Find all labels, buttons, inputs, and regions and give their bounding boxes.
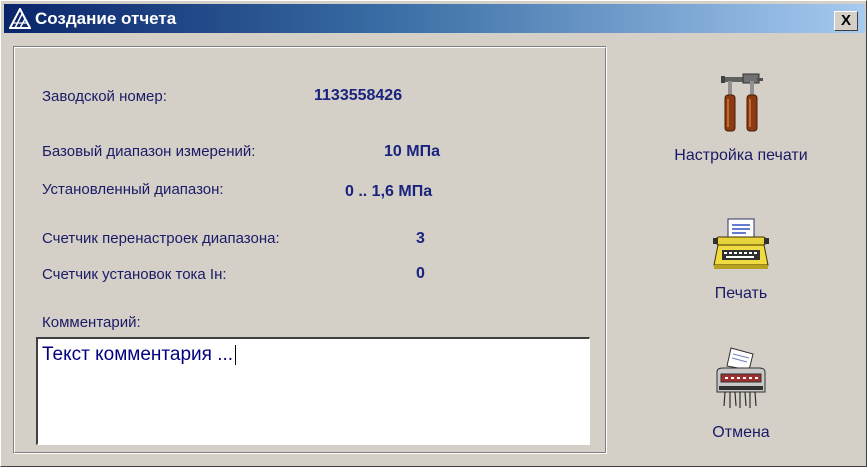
close-icon: X — [840, 12, 851, 29]
base-range-label: Базовый диапазон измерений: — [42, 143, 256, 160]
set-range-label: Установленный диапазон: — [42, 181, 224, 198]
app-logo-icon — [9, 8, 31, 29]
cancel-button[interactable]: Отмена — [666, 346, 816, 442]
current-counter-value: 0 — [416, 265, 425, 282]
window-title: Создание отчета — [35, 9, 177, 28]
base-range-value: 10 МПа — [384, 143, 440, 160]
print-setup-button[interactable]: Настройка печати — [641, 71, 841, 165]
text-caret — [235, 344, 237, 365]
comment-label: Комментарий: — [42, 314, 141, 331]
print-label: Печать — [714, 285, 768, 302]
title-bar[interactable]: Создание отчета X — [4, 4, 865, 33]
reconfig-counter-value: 3 — [416, 230, 425, 247]
reconfig-counter-label: Счетчик перенастроек диапазона: — [42, 230, 280, 247]
serial-label: Заводской номер: — [42, 88, 167, 105]
serial-value: 1133558426 — [314, 87, 403, 104]
comment-text: Текст комментария ... — [42, 344, 234, 365]
comment-textarea[interactable]: Текст комментария ... — [36, 337, 590, 445]
shredder-icon — [716, 347, 766, 408]
set-range-value: 0 .. 1,6 МПа — [345, 183, 433, 200]
typewriter-icon — [713, 218, 769, 269]
current-counter-label: Счетчик установок тока Iн: — [42, 266, 227, 283]
print-button[interactable]: Печать — [666, 217, 816, 303]
cancel-label: Отмена — [712, 424, 770, 441]
close-button[interactable]: X — [834, 11, 858, 31]
tools-icon — [721, 73, 763, 132]
report-dialog: Создание отчета X Заводской номер: 11335… — [0, 0, 867, 467]
print-setup-label: Настройка печати — [674, 147, 808, 164]
